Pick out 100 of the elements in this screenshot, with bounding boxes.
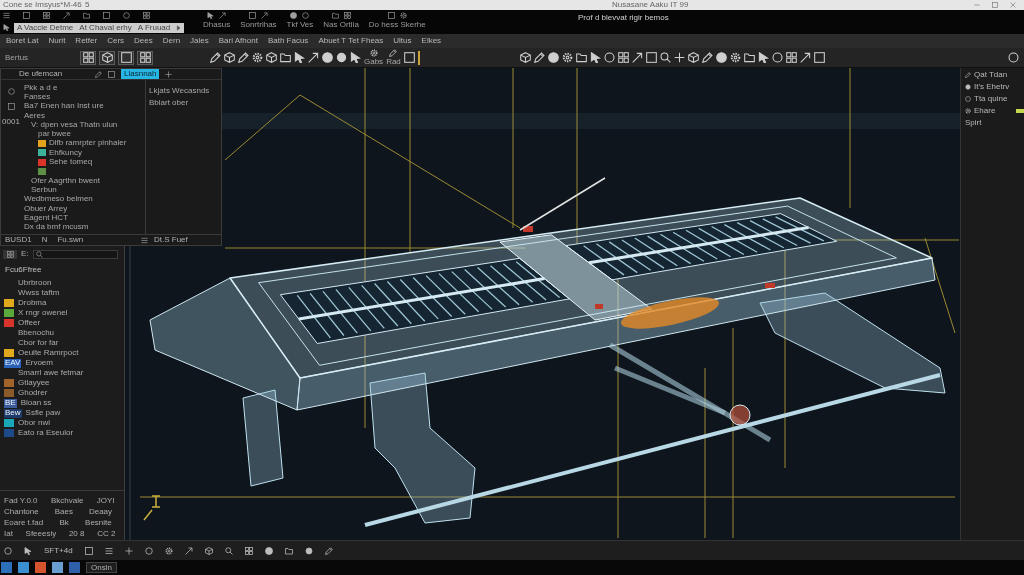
menu-item[interactable]: Bath Facus bbox=[267, 37, 309, 45]
cursor-icon[interactable] bbox=[350, 52, 361, 63]
tree-item[interactable]: Dx da bmf mcusm bbox=[24, 223, 89, 232]
layer-name[interactable]: Eato ra Eseulor bbox=[18, 429, 74, 437]
arrow-icon[interactable] bbox=[184, 546, 193, 555]
cube-icon[interactable] bbox=[204, 546, 213, 555]
cube-icon[interactable] bbox=[687, 52, 699, 63]
tool-button[interactable]: Do hess Skerhe bbox=[368, 12, 426, 34]
menu-item[interactable]: Elkes bbox=[421, 37, 442, 45]
cube-icon[interactable] bbox=[266, 52, 277, 63]
tool-button[interactable]: Nas Ortlia bbox=[323, 12, 359, 34]
tree-item[interactable]: Sehe tomeq bbox=[49, 158, 93, 166]
menu-item[interactable]: Cers bbox=[107, 37, 125, 45]
sphere-icon[interactable] bbox=[322, 52, 333, 63]
tree-item[interactable]: Dlfb ramrpter pinhaler bbox=[49, 139, 127, 148]
layer-name[interactable]: Oeulte Ramrpoct bbox=[18, 349, 79, 357]
square-icon[interactable] bbox=[108, 70, 115, 78]
arrow-icon[interactable] bbox=[799, 52, 811, 63]
gear-icon[interactable] bbox=[252, 52, 263, 63]
quick-access-item[interactable]: A Fruuad bbox=[137, 23, 171, 32]
plus-icon[interactable] bbox=[673, 52, 685, 63]
dot-icon[interactable] bbox=[336, 52, 347, 63]
ring-icon[interactable] bbox=[603, 52, 615, 63]
sphere-icon[interactable] bbox=[264, 546, 273, 555]
app-tile-icon[interactable] bbox=[69, 562, 80, 573]
grid-icon[interactable] bbox=[43, 12, 50, 19]
sphere-icon[interactable] bbox=[547, 52, 559, 63]
grid-icon[interactable] bbox=[143, 12, 150, 19]
app-tile-icon[interactable] bbox=[1, 562, 12, 573]
menu-icon[interactable] bbox=[141, 236, 148, 244]
pencil-icon[interactable] bbox=[210, 52, 221, 63]
grid-icon[interactable] bbox=[244, 546, 253, 555]
tree-item[interactable]: Obuer Arrey bbox=[24, 204, 68, 213]
tree-item[interactable]: Pkk a d e bbox=[24, 83, 58, 92]
panel-item[interactable]: Qat Tdan bbox=[974, 71, 1008, 79]
quick-access-item[interactable]: A Vaccie Detme bbox=[17, 23, 74, 32]
menu-item[interactable]: Nurit bbox=[48, 37, 66, 45]
cursor-icon[interactable] bbox=[294, 52, 305, 63]
tool-button[interactable]: Rad bbox=[386, 49, 401, 66]
layer-name[interactable]: Gtlayyee bbox=[18, 379, 50, 387]
layer-name[interactable]: Wwss taftm bbox=[18, 289, 60, 297]
tool-button[interactable] bbox=[99, 50, 115, 65]
menu-item[interactable]: Bari Afhont bbox=[218, 37, 258, 45]
square-icon[interactable] bbox=[84, 546, 93, 555]
tool-button[interactable] bbox=[80, 50, 96, 65]
tree-item[interactable]: Aeres bbox=[24, 111, 45, 120]
layer-name[interactable]: Cbor for far bbox=[18, 339, 59, 347]
pencil-icon[interactable] bbox=[533, 52, 545, 63]
square-icon[interactable] bbox=[23, 12, 30, 19]
grid-icon[interactable] bbox=[617, 52, 629, 63]
dot-icon[interactable] bbox=[304, 546, 313, 555]
cursor-icon[interactable] bbox=[3, 24, 10, 31]
panel-item[interactable]: It's Ehetrv bbox=[974, 83, 1010, 91]
panel-item[interactable]: Ehare bbox=[974, 107, 996, 115]
tool-button[interactable]: Dhasus bbox=[203, 12, 231, 34]
layer-name[interactable]: X rngr owenel bbox=[18, 309, 68, 317]
menu-item[interactable]: Boret Lat bbox=[6, 37, 39, 45]
layer-name[interactable]: Ervoem bbox=[25, 359, 53, 367]
cube-icon[interactable] bbox=[224, 52, 235, 63]
tree-item[interactable]: V: dpen vesa Thatn ulun bbox=[31, 120, 118, 129]
menu-icon[interactable] bbox=[104, 546, 113, 555]
layer-name[interactable]: Obor nwi bbox=[18, 419, 50, 427]
cursor-icon[interactable] bbox=[757, 52, 769, 63]
layer-name[interactable]: Smarrl awe fetmar bbox=[18, 369, 84, 377]
arrow-icon[interactable] bbox=[631, 52, 643, 63]
app-tile-icon[interactable] bbox=[52, 562, 63, 573]
taskbar-search-field[interactable]: Onsln bbox=[86, 562, 117, 573]
square-icon[interactable] bbox=[103, 12, 110, 19]
layer-name[interactable]: Offeer bbox=[18, 319, 41, 327]
tool-button[interactable]: Tkf Ves bbox=[286, 12, 314, 34]
tree-item[interactable]: Ofer Aagrthn bwent bbox=[31, 176, 100, 185]
menu-icon[interactable] bbox=[3, 12, 10, 19]
app-tile-icon[interactable] bbox=[18, 562, 29, 573]
ring-icon[interactable] bbox=[4, 546, 12, 555]
arrow-icon[interactable] bbox=[308, 52, 319, 63]
layer-name[interactable]: Ubrbroon bbox=[18, 279, 52, 287]
square-icon[interactable] bbox=[403, 52, 415, 63]
layer-name[interactable]: Ssfie paw bbox=[25, 409, 61, 417]
layer-name[interactable]: Bbenochu bbox=[18, 329, 55, 337]
tree-item[interactable]: Eagent HCT bbox=[24, 213, 69, 222]
plus-icon[interactable] bbox=[124, 546, 133, 555]
ring-icon[interactable] bbox=[1008, 52, 1019, 63]
tree-item[interactable]: Ehfkuncy bbox=[49, 148, 82, 157]
tree-item[interactable]: par bwee bbox=[38, 130, 71, 139]
3d-viewport[interactable] bbox=[125, 68, 960, 540]
menu-item[interactable]: Ultus bbox=[393, 37, 412, 45]
tool-button[interactable]: Gabs bbox=[364, 49, 384, 66]
tree-item[interactable]: Fanses bbox=[24, 92, 51, 101]
search-field[interactable] bbox=[32, 249, 118, 259]
square-icon[interactable] bbox=[813, 52, 825, 63]
sphere-icon[interactable] bbox=[715, 52, 727, 63]
menu-item[interactable]: Jales bbox=[190, 37, 209, 45]
quick-access-item[interactable]: At Chaval erhy bbox=[79, 23, 132, 32]
grid-icon[interactable] bbox=[785, 52, 797, 63]
layer-name[interactable]: Drobma bbox=[18, 299, 47, 307]
palette-tab[interactable]: Llasnnah bbox=[121, 69, 160, 79]
cursor-icon[interactable] bbox=[589, 52, 601, 63]
tree-item[interactable]: Serbun bbox=[31, 185, 57, 194]
layer-name[interactable]: Ghodrer bbox=[18, 389, 48, 397]
menu-item[interactable]: Dern bbox=[162, 37, 181, 45]
